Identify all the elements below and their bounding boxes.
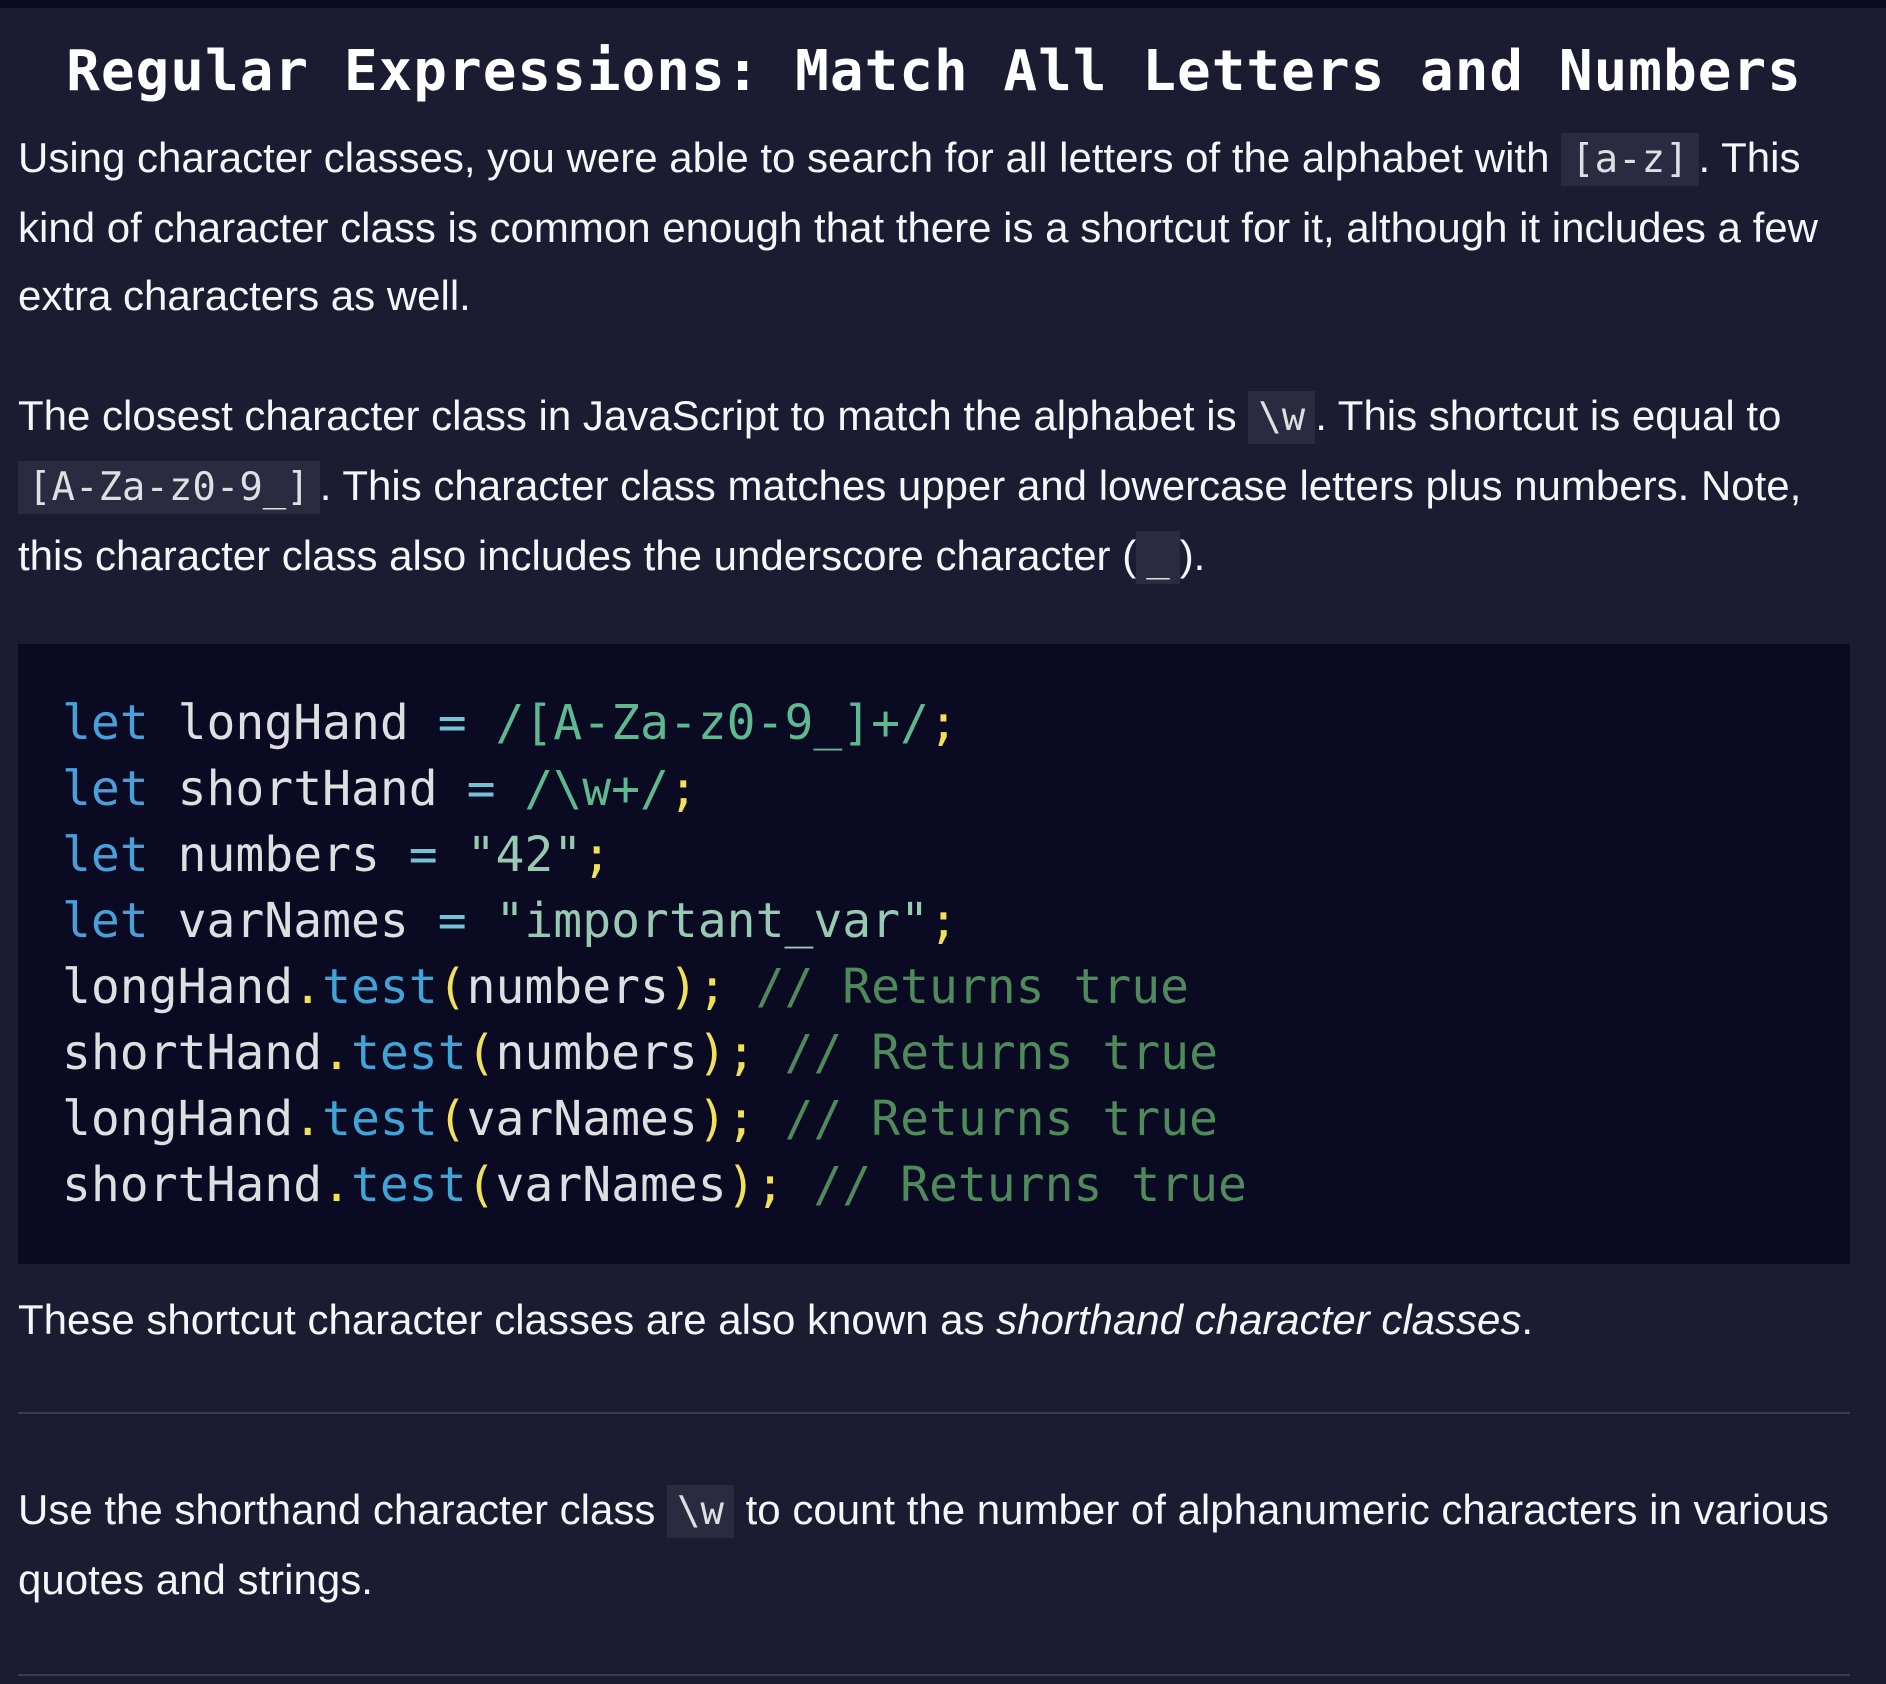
code-line: longHand.test(numbers); // Returns true bbox=[62, 954, 1850, 1020]
code-identifier: varNames bbox=[466, 1091, 698, 1147]
code-punctuation: ); bbox=[697, 1091, 756, 1147]
inline-code: \w bbox=[667, 1485, 734, 1538]
code-keyword: let bbox=[62, 761, 149, 817]
lesson-title: Regular Expressions: Match All Letters a… bbox=[66, 39, 1802, 104]
code-keyword: let bbox=[62, 695, 149, 751]
top-bar bbox=[0, 0, 1886, 8]
code-example-block: let longHand = /[A-Za-z0-9_]+/; let shor… bbox=[18, 644, 1850, 1264]
code-punctuation: ); bbox=[726, 1157, 785, 1213]
code-punctuation: ; bbox=[928, 695, 958, 751]
code-keyword: let bbox=[62, 893, 149, 949]
code-line: shortHand.test(varNames); // Returns tru… bbox=[62, 1152, 1850, 1218]
code-punctuation: ( bbox=[437, 1091, 467, 1147]
description-paragraph-1: Using character classes, you were able t… bbox=[18, 124, 1850, 330]
code-operator: = bbox=[466, 761, 496, 817]
code-identifier: shortHand bbox=[62, 1157, 323, 1213]
text: These shortcut character classes are als… bbox=[18, 1296, 997, 1343]
code-line: let numbers = "42"; bbox=[62, 822, 1850, 888]
code-punctuation: ); bbox=[668, 959, 727, 1015]
code-operator: = bbox=[437, 695, 467, 751]
code-line: let varNames = "important_var"; bbox=[62, 888, 1850, 954]
divider bbox=[18, 1412, 1850, 1414]
code-punctuation: . bbox=[322, 1157, 351, 1213]
code-comment: // Returns true bbox=[755, 1091, 1218, 1147]
code-comment: // Returns true bbox=[784, 1157, 1247, 1213]
code-operator: = bbox=[408, 827, 438, 883]
description-paragraph-3: These shortcut character classes are als… bbox=[18, 1286, 1850, 1354]
inline-code: _ bbox=[1136, 531, 1180, 584]
lesson-content: Regular Expressions: Match All Letters a… bbox=[18, 8, 1850, 1676]
code-punctuation: . bbox=[293, 959, 323, 1015]
code-punctuation: ( bbox=[466, 1025, 496, 1081]
code-identifier: shortHand bbox=[62, 1025, 323, 1081]
code-line: shortHand.test(numbers); // Returns true bbox=[62, 1020, 1850, 1086]
code-line: let longHand = /[A-Za-z0-9_]+/; bbox=[62, 690, 1850, 756]
instructions-paragraph: Use the shorthand character class \w to … bbox=[18, 1476, 1850, 1614]
code-punctuation: ; bbox=[928, 893, 958, 949]
code-punctuation: ( bbox=[466, 1157, 496, 1213]
code-identifier: longHand bbox=[62, 959, 294, 1015]
code-identifier: varNames bbox=[495, 1157, 727, 1213]
code-identifier: varNames bbox=[148, 893, 438, 949]
inline-code: [A-Za-z0-9_] bbox=[18, 461, 320, 514]
code-function: test bbox=[322, 1091, 438, 1147]
code-line: longHand.test(varNames); // Returns true bbox=[62, 1086, 1850, 1152]
code-line: let shortHand = /\w+/; bbox=[62, 756, 1850, 822]
text: Using character classes, you were able t… bbox=[18, 134, 1562, 181]
text: Use the shorthand character class bbox=[18, 1486, 667, 1533]
description-paragraph-2: The closest character class in JavaScrip… bbox=[18, 382, 1850, 592]
code-regex: /\w+/ bbox=[495, 761, 669, 817]
code-punctuation: ; bbox=[668, 761, 698, 817]
code-string: "important_var" bbox=[466, 893, 929, 949]
code-function: test bbox=[351, 1025, 467, 1081]
inline-code: \w bbox=[1248, 391, 1316, 444]
code-punctuation: ; bbox=[582, 827, 612, 883]
code-regex: /[A-Za-z0-9_]+/ bbox=[466, 695, 929, 751]
code-string: "42" bbox=[437, 827, 583, 883]
code-operator: = bbox=[437, 893, 467, 949]
code-punctuation: ); bbox=[697, 1025, 756, 1081]
code-identifier: numbers bbox=[495, 1025, 698, 1081]
code-identifier: longHand bbox=[62, 1091, 294, 1147]
code-punctuation: ( bbox=[437, 959, 467, 1015]
code-identifier: numbers bbox=[466, 959, 669, 1015]
divider bbox=[18, 1674, 1850, 1676]
text: ). bbox=[1179, 532, 1206, 579]
text: . This shortcut is equal to bbox=[1315, 392, 1782, 439]
code-punctuation: . bbox=[322, 1025, 351, 1081]
code-identifier: longHand bbox=[148, 695, 438, 751]
emphasis-text: shorthand character classes bbox=[996, 1296, 1522, 1343]
text: The closest character class in JavaScrip… bbox=[18, 392, 1249, 439]
code-identifier: shortHand bbox=[148, 761, 467, 817]
code-keyword: let bbox=[62, 827, 149, 883]
lesson-panel: Regular Expressions: Match All Letters a… bbox=[0, 8, 1886, 1684]
code-identifier: numbers bbox=[148, 827, 409, 883]
code-function: test bbox=[351, 1157, 467, 1213]
code-comment: // Returns true bbox=[726, 959, 1190, 1015]
code-function: test bbox=[322, 959, 438, 1015]
inline-code: [a-z] bbox=[1561, 133, 1699, 186]
code-punctuation: . bbox=[293, 1091, 323, 1147]
text: . bbox=[1521, 1296, 1534, 1343]
code-comment: // Returns true bbox=[755, 1025, 1218, 1081]
